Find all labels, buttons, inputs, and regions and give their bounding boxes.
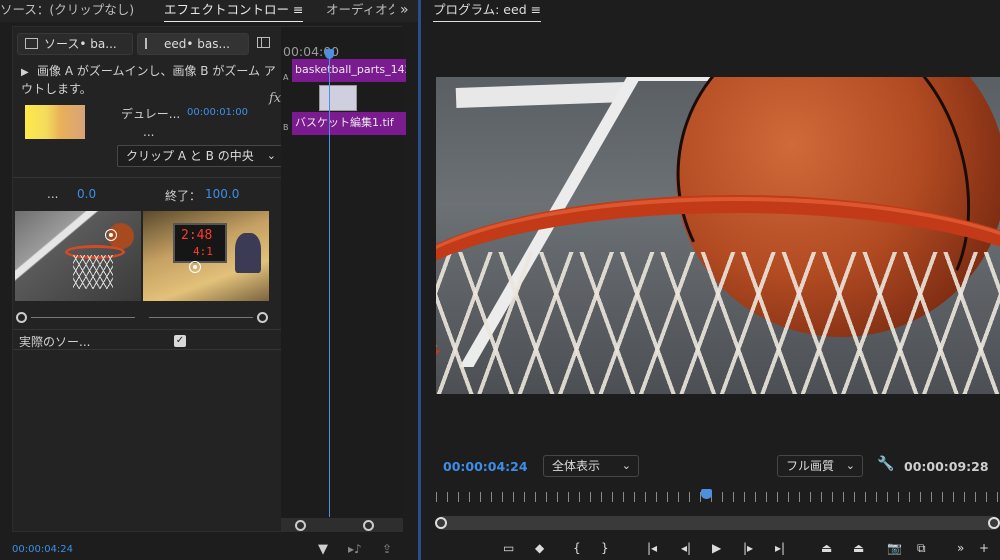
mark-out-icon[interactable]: }	[601, 540, 609, 556]
tab-source[interactable]: ソース：(クリップなし)	[0, 0, 134, 22]
start-slider-track[interactable]	[31, 317, 135, 318]
more-controls-icon[interactable]: »	[957, 540, 964, 556]
clip-a[interactable]: basketball_parts_142	[292, 59, 406, 82]
go-to-in-icon[interactable]: |◂	[647, 540, 657, 556]
extract-icon[interactable]: ⏏	[853, 540, 864, 556]
sequence-clip-label: eed• bas...	[164, 37, 230, 51]
current-timecode[interactable]: 00:00:04:24	[443, 459, 528, 474]
zoom-scrollbar[interactable]	[436, 516, 1000, 530]
sequence-icon	[145, 38, 158, 49]
compare-view-icon[interactable]: ⧉	[917, 540, 926, 556]
track-a-label: A	[283, 73, 289, 82]
end-value[interactable]: 100.0	[205, 187, 239, 201]
effect-controls-content: ソース• ba... eed• bas... ▶ 画像 A がズームインし、画像 …	[12, 26, 406, 533]
panel-toggle-icon[interactable]	[257, 37, 270, 48]
tab-audio[interactable]: オーディオク	[326, 0, 394, 22]
chevron-down-icon: ⌄	[621, 459, 631, 472]
program-monitor-tab[interactable]: プログラム: eed ≡	[433, 0, 542, 22]
more-ellipsis: ...	[143, 125, 155, 139]
export-icon[interactable]: ⇪	[382, 542, 392, 556]
playhead-handle[interactable]	[325, 49, 334, 59]
time-ruler[interactable]	[436, 492, 1000, 502]
transition-block[interactable]	[319, 85, 357, 111]
go-to-out-icon[interactable]: ▸|	[775, 540, 785, 556]
transition-preview-thumbnail	[25, 105, 85, 139]
zoom-fit-select[interactable]: 全体表示 ⌄	[543, 455, 639, 477]
tab-effect-controls[interactable]: エフェクトコントロー ≡	[164, 0, 304, 22]
end-label: 終了：	[165, 189, 202, 203]
start-thumbnail	[15, 211, 141, 301]
left-tab-bar: ソース：(クリップなし) エフェクトコントロー ≡ オーディオク »	[0, 0, 420, 22]
divider	[13, 329, 281, 330]
step-back-icon[interactable]: ◂|	[681, 540, 691, 556]
step-forward-icon[interactable]: |▸	[743, 540, 753, 556]
filter-icon[interactable]: ▼	[318, 542, 328, 557]
start-value[interactable]: 0.0	[77, 187, 96, 201]
end-thumbnail	[143, 211, 269, 301]
transition-timeline: 00:04:00 A B basketball_parts_142 fx バスケ…	[269, 27, 406, 533]
program-video-frame	[436, 77, 1000, 394]
left-bottom-bar: 00:00:04:24 ▼ ▸♪ ⇪	[0, 540, 420, 560]
fx-icon: fx	[269, 91, 282, 106]
source-clip-label: ソース• ba...	[44, 37, 117, 51]
clip-icon	[25, 38, 38, 49]
bottom-timecode: 00:00:04:24	[12, 544, 74, 555]
effect-controls-panel: ソース：(クリップなし) エフェクトコントロー ≡ オーディオク » ソース• …	[0, 0, 420, 560]
lift-icon[interactable]: ⏏	[821, 540, 832, 556]
track-b-label: B	[283, 123, 289, 132]
end-slider-knob[interactable]	[257, 312, 268, 323]
actual-source-label: 実際のソー...	[19, 335, 91, 349]
add-button-icon[interactable]: +	[979, 540, 989, 556]
wrench-icon[interactable]: 🔧	[877, 456, 894, 472]
start-label: ...	[47, 187, 59, 201]
timeline-zoom-scrollbar[interactable]	[281, 518, 403, 532]
center-point-icon[interactable]	[105, 229, 117, 241]
playback-quality-select[interactable]: フル画質 ⌄	[777, 455, 863, 477]
scroll-handle-left[interactable]	[435, 517, 447, 529]
start-slider-knob[interactable]	[16, 312, 27, 323]
playhead-handle[interactable]	[701, 489, 712, 499]
end-slider-track[interactable]	[149, 317, 253, 318]
chevron-down-icon: ⌄	[845, 459, 855, 472]
add-marker-icon[interactable]: ◆	[535, 540, 544, 556]
zoom-handle-left[interactable]	[295, 520, 306, 531]
source-clip-tab[interactable]: ソース• ba...	[17, 33, 133, 55]
scroll-handle-right[interactable]	[988, 517, 1000, 529]
sequence-clip-tab[interactable]: eed• bas...	[137, 33, 249, 55]
program-monitor: プログラム: eed ≡ 00:00:04:24 全体表示 ⌄ フル画質 ⌄ 🔧…	[421, 0, 1000, 560]
divider	[13, 349, 281, 350]
alignment-select[interactable]: クリップ A と B の中央 ⌄	[117, 145, 283, 167]
play-icon[interactable]: ▶	[712, 540, 721, 556]
more-tabs-icon[interactable]: »	[400, 0, 409, 20]
playhead-line	[329, 55, 330, 517]
play-preview-icon[interactable]: ▶	[21, 64, 37, 81]
divider	[13, 177, 281, 178]
actual-source-checkbox[interactable]: ✓	[174, 335, 186, 347]
duration-value[interactable]: 00:00:01:00	[187, 107, 248, 118]
play-audio-icon[interactable]: ▸♪	[348, 542, 362, 556]
duration-timecode: 00:00:09:28	[904, 459, 989, 474]
chevron-down-icon: ⌄	[266, 149, 276, 162]
export-frame-icon[interactable]: 📷	[887, 540, 902, 556]
mark-in-icon[interactable]: {	[573, 540, 581, 556]
zoom-handle-right[interactable]	[363, 520, 374, 531]
duration-label: デュレー...	[121, 107, 181, 121]
clip-b[interactable]: バスケット編集1.tif	[292, 112, 406, 135]
safe-margins-icon[interactable]: ▭	[503, 540, 514, 556]
transition-description: ▶ 画像 A がズームインし、画像 B がズーム アウトします。	[21, 64, 276, 96]
center-point-icon[interactable]	[189, 261, 201, 273]
